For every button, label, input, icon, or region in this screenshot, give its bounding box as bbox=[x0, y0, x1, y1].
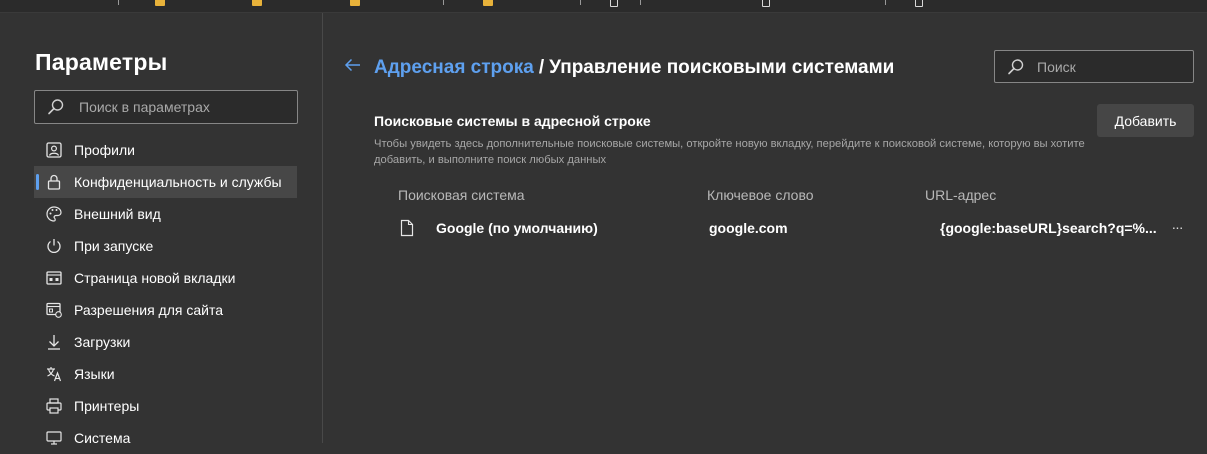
profile-icon bbox=[44, 140, 64, 160]
sidebar-nav: Профили Конфиденциальность и службы Внеш… bbox=[34, 134, 297, 454]
bookmark-fragment[interactable] bbox=[885, 0, 886, 5]
breadcrumb-separator: / bbox=[538, 57, 545, 78]
column-header-engine: Поисковая система bbox=[398, 187, 525, 203]
section-description: Чтобы увидеть здесь дополнительные поиск… bbox=[374, 138, 1085, 166]
sidebar-item-label: Страница новой вкладки bbox=[74, 270, 236, 286]
sidebar-item-label: Система bbox=[74, 430, 131, 446]
sidebar-item-privacy[interactable]: Конфиденциальность и службы bbox=[34, 166, 297, 198]
search-icon bbox=[47, 97, 69, 117]
lock-icon bbox=[44, 172, 64, 192]
sidebar-item-profiles[interactable]: Профили bbox=[34, 134, 297, 166]
document-icon bbox=[399, 219, 415, 237]
engines-search-box[interactable] bbox=[994, 50, 1194, 83]
printer-icon bbox=[44, 396, 64, 416]
sidebar-item-system[interactable]: Система bbox=[34, 422, 297, 454]
sidebar-item-label: При запуске bbox=[74, 238, 154, 254]
download-icon bbox=[44, 332, 64, 352]
breadcrumb: Адресная строка / Управление поисковыми си… bbox=[374, 57, 894, 79]
bookmarks-bar bbox=[0, 0, 1207, 13]
sidebar-item-label: Принтеры bbox=[74, 398, 140, 414]
back-arrow-icon[interactable] bbox=[343, 55, 363, 75]
engine-name: Google (по умолчанию) bbox=[436, 220, 598, 236]
sidebar-item-label: Профили bbox=[74, 142, 135, 158]
new-tab-page-icon bbox=[44, 268, 64, 288]
sidebar-title: Параметры bbox=[35, 49, 168, 75]
sidebar-item-startup[interactable]: При запуске bbox=[34, 230, 297, 262]
search-icon bbox=[1007, 57, 1027, 77]
system-icon bbox=[44, 428, 64, 448]
add-button[interactable]: Добавить bbox=[1097, 104, 1194, 137]
site-permissions-icon bbox=[44, 300, 64, 320]
engine-keyword: google.com bbox=[709, 220, 788, 236]
section-title: Поисковые системы в адресной строке bbox=[374, 113, 651, 129]
bookmark-fragment[interactable] bbox=[118, 0, 119, 5]
bookmark-folder-icon[interactable] bbox=[483, 0, 493, 6]
sidebar-item-new-tab-page[interactable]: Страница новой вкладки bbox=[34, 262, 297, 294]
sidebar-item-appearance[interactable]: Внешний вид bbox=[34, 198, 297, 230]
settings-search-box[interactable] bbox=[34, 90, 298, 124]
sidebar-item-downloads[interactable]: Загрузки bbox=[34, 326, 297, 358]
bookmark-page-icon[interactable] bbox=[610, 0, 618, 7]
bookmark-folder-icon[interactable] bbox=[252, 0, 262, 6]
page-title: Управление поисковыми системами bbox=[549, 57, 895, 78]
sidebar-item-label: Разрешения для сайта bbox=[74, 302, 223, 318]
column-header-url: URL-адрес bbox=[925, 187, 997, 203]
more-options-button[interactable]: ··· bbox=[1164, 215, 1190, 239]
bookmark-page-icon[interactable] bbox=[915, 0, 923, 7]
bookmark-fragment[interactable] bbox=[443, 0, 444, 5]
sidebar-item-label: Языки bbox=[74, 366, 115, 382]
palette-icon bbox=[44, 204, 64, 224]
sidebar-item-label: Конфиденциальность и службы bbox=[74, 174, 282, 190]
bookmark-page-icon[interactable] bbox=[762, 0, 770, 7]
sidebar-item-label: Внешний вид bbox=[74, 206, 161, 222]
settings-search-input[interactable] bbox=[77, 98, 277, 116]
sidebar-item-printers[interactable]: Принтеры bbox=[34, 390, 297, 422]
engine-url: {google:baseURL}search?q=%... bbox=[940, 220, 1157, 236]
bookmark-folder-icon[interactable] bbox=[155, 0, 165, 6]
power-icon bbox=[44, 236, 64, 256]
table-row: Google (по умолчанию) google.com {google… bbox=[374, 211, 1199, 245]
bookmark-fragment[interactable] bbox=[580, 0, 581, 5]
bookmark-fragment[interactable] bbox=[640, 0, 641, 5]
bookmark-folder-icon[interactable] bbox=[350, 0, 360, 6]
sidebar-item-site-permissions[interactable]: Разрешения для сайта bbox=[34, 294, 297, 326]
languages-icon bbox=[44, 364, 64, 384]
more-icon: ··· bbox=[1171, 219, 1184, 235]
breadcrumb-parent-link[interactable]: Адресная строка bbox=[374, 57, 534, 78]
column-header-keyword: Ключевое слово bbox=[707, 187, 814, 203]
sidebar-item-languages[interactable]: Языки bbox=[34, 358, 297, 390]
settings-sidebar: Параметры Профили Конфиденциальность и с… bbox=[0, 13, 323, 446]
engines-search-input[interactable] bbox=[1035, 57, 1185, 76]
sidebar-item-label: Загрузки bbox=[74, 334, 131, 350]
settings-main: Адресная строка / Управление поисковыми си… bbox=[324, 13, 1207, 443]
